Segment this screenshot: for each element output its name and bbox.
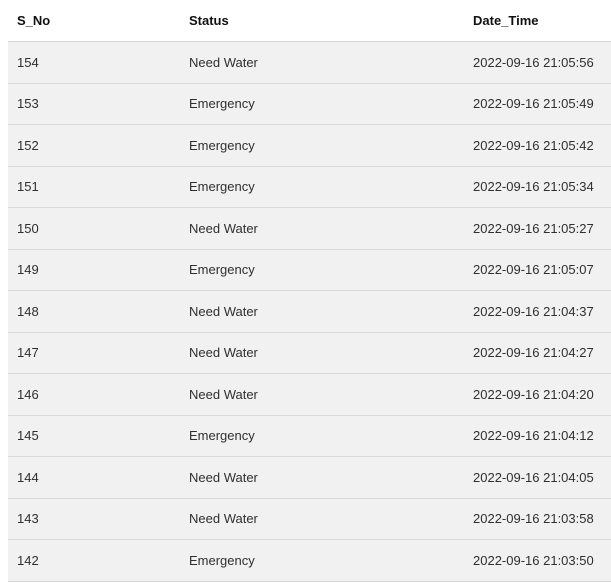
cell-status: Emergency (189, 83, 473, 125)
cell-status: Emergency (189, 415, 473, 457)
table-row: 148 Need Water 2022-09-16 21:04:37 (8, 290, 611, 333)
cell-s-no: 143 (8, 498, 189, 540)
table-body: 154 Need Water 2022-09-16 21:05:56 153 E… (8, 41, 611, 582)
table-row: 151 Emergency 2022-09-16 21:05:34 (8, 166, 611, 208)
table-row: 153 Emergency 2022-09-16 21:05:49 (8, 83, 611, 125)
data-table-container: S_No Status Date_Time 154 Need Water 202… (8, 0, 611, 582)
table-row: 146 Need Water 2022-09-16 21:04:20 (8, 373, 611, 416)
cell-date-time: 2022-09-16 21:05:49 (473, 83, 611, 125)
cell-status: Emergency (189, 249, 473, 291)
column-header-s-no: S_No (8, 0, 189, 42)
table-row: 150 Need Water 2022-09-16 21:05:27 (8, 207, 611, 250)
column-header-status: Status (189, 0, 473, 42)
cell-date-time: 2022-09-16 21:04:20 (473, 373, 611, 416)
cell-date-time: 2022-09-16 21:05:07 (473, 249, 611, 291)
cell-s-no: 142 (8, 539, 189, 582)
cell-s-no: 154 (8, 41, 189, 84)
header-row: S_No Status Date_Time (8, 0, 611, 42)
cell-s-no: 149 (8, 249, 189, 291)
table-header: S_No Status Date_Time (8, 0, 611, 42)
cell-status: Need Water (189, 41, 473, 84)
table-row: 149 Emergency 2022-09-16 21:05:07 (8, 249, 611, 291)
cell-date-time: 2022-09-16 21:05:42 (473, 124, 611, 167)
cell-status: Need Water (189, 456, 473, 499)
cell-status: Need Water (189, 290, 473, 333)
cell-date-time: 2022-09-16 21:05:56 (473, 41, 611, 84)
table-row: 144 Need Water 2022-09-16 21:04:05 (8, 456, 611, 499)
cell-date-time: 2022-09-16 21:04:05 (473, 456, 611, 499)
cell-date-time: 2022-09-16 21:05:34 (473, 166, 611, 208)
cell-s-no: 150 (8, 207, 189, 250)
table-row: 145 Emergency 2022-09-16 21:04:12 (8, 415, 611, 457)
cell-status: Need Water (189, 332, 473, 374)
table-row: 143 Need Water 2022-09-16 21:03:58 (8, 498, 611, 540)
cell-s-no: 152 (8, 124, 189, 167)
cell-date-time: 2022-09-16 21:05:27 (473, 207, 611, 250)
table-row: 154 Need Water 2022-09-16 21:05:56 (8, 41, 611, 84)
table-row: 142 Emergency 2022-09-16 21:03:50 (8, 539, 611, 582)
cell-s-no: 145 (8, 415, 189, 457)
cell-s-no: 146 (8, 373, 189, 416)
cell-date-time: 2022-09-16 21:03:50 (473, 539, 611, 582)
cell-status: Emergency (189, 124, 473, 167)
cell-status: Need Water (189, 498, 473, 540)
cell-s-no: 144 (8, 456, 189, 499)
cell-status: Emergency (189, 539, 473, 582)
table-row: 147 Need Water 2022-09-16 21:04:27 (8, 332, 611, 374)
cell-date-time: 2022-09-16 21:03:58 (473, 498, 611, 540)
table-row: 152 Emergency 2022-09-16 21:05:42 (8, 124, 611, 167)
cell-status: Need Water (189, 207, 473, 250)
cell-status: Need Water (189, 373, 473, 416)
cell-date-time: 2022-09-16 21:04:12 (473, 415, 611, 457)
cell-date-time: 2022-09-16 21:04:27 (473, 332, 611, 374)
cell-s-no: 151 (8, 166, 189, 208)
cell-s-no: 147 (8, 332, 189, 374)
cell-s-no: 153 (8, 83, 189, 125)
cell-status: Emergency (189, 166, 473, 208)
column-header-date-time: Date_Time (473, 0, 611, 42)
cell-date-time: 2022-09-16 21:04:37 (473, 290, 611, 333)
data-table: S_No Status Date_Time 154 Need Water 202… (8, 0, 611, 582)
cell-s-no: 148 (8, 290, 189, 333)
